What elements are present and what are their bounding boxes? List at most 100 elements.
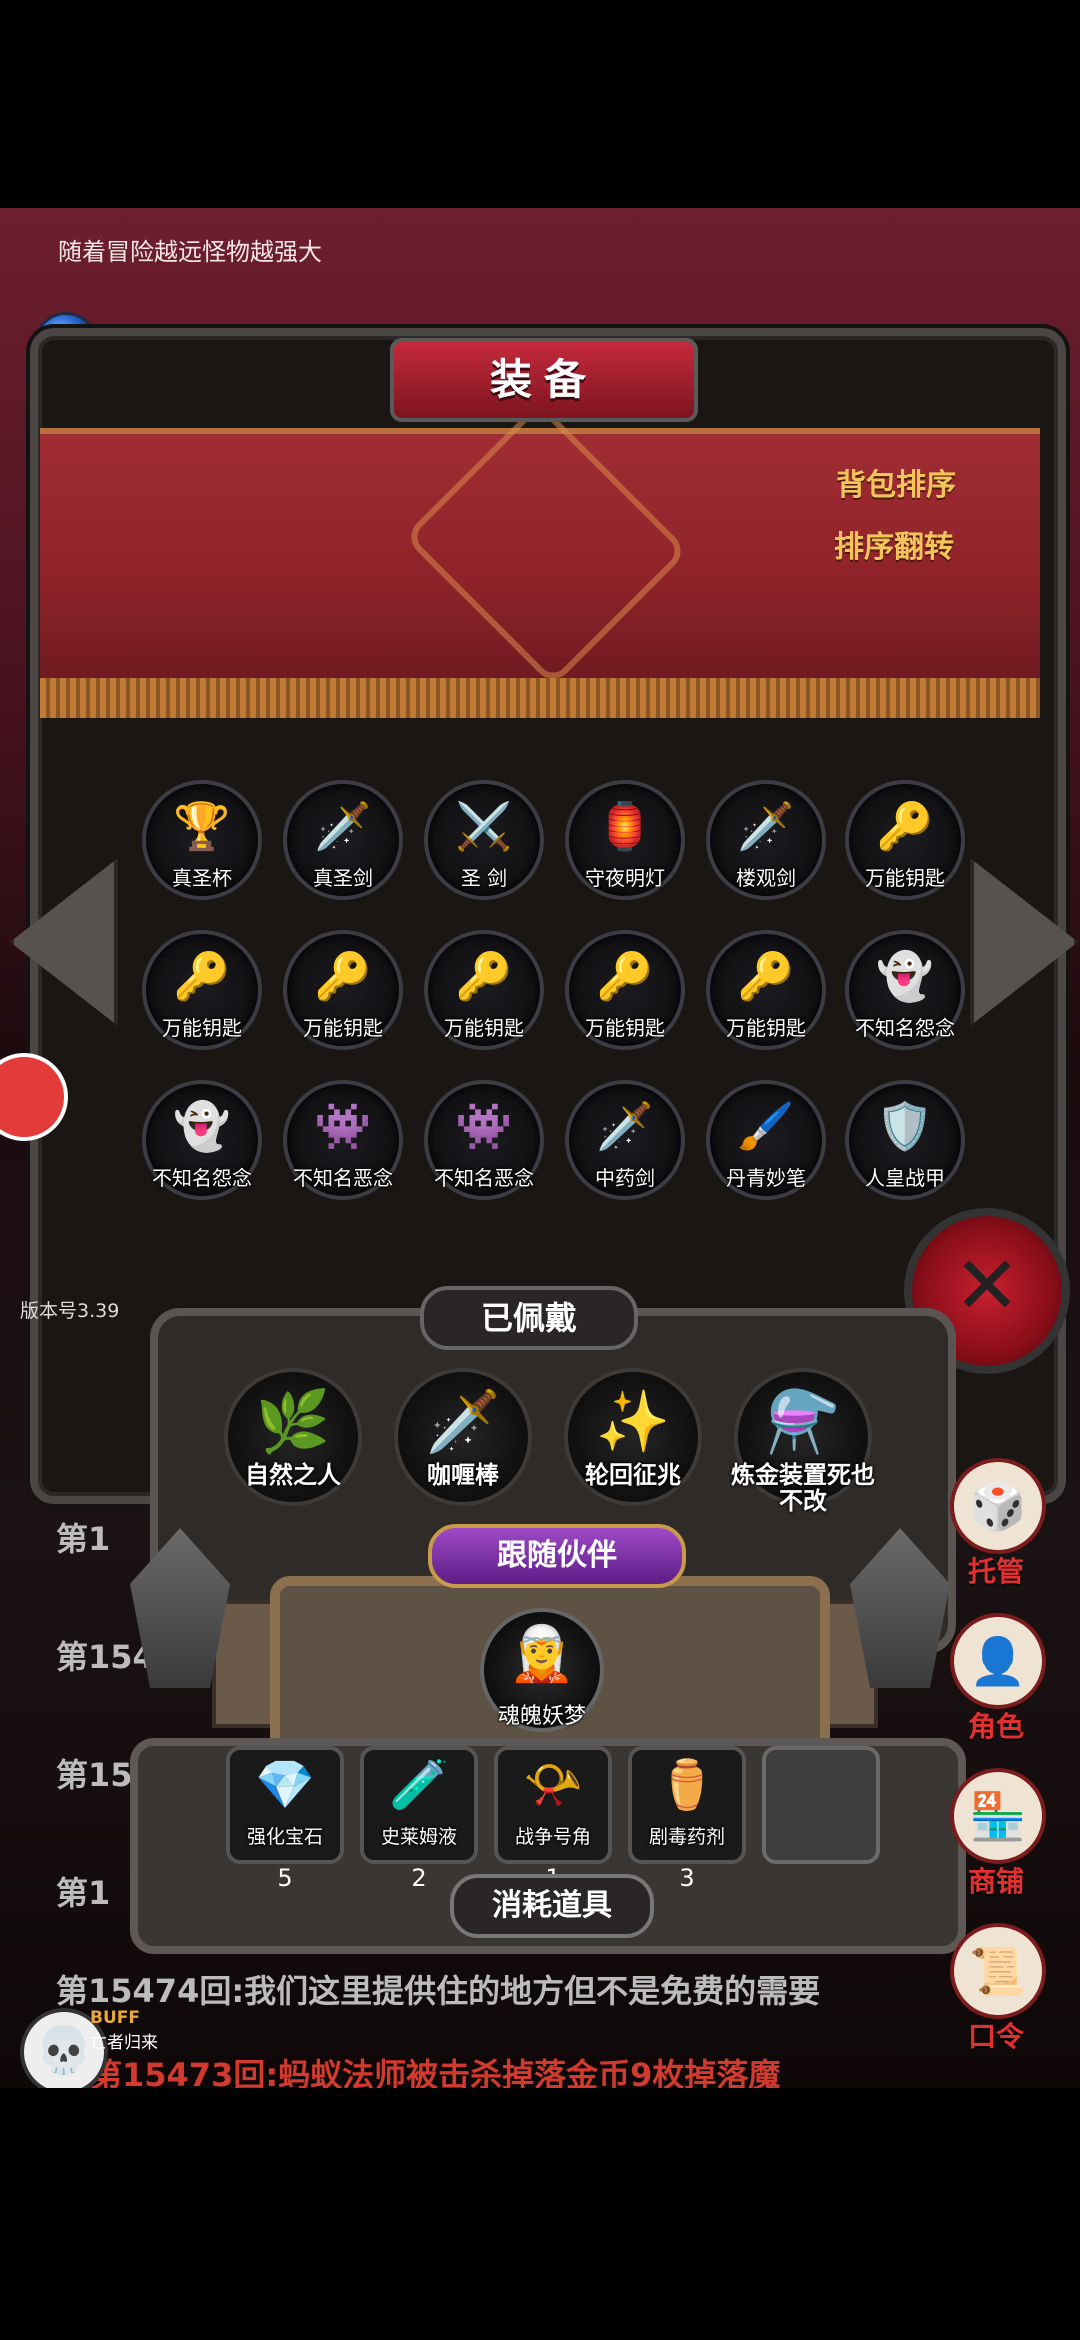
item-icon: 🗡️ (737, 799, 795, 853)
item-slot[interactable]: 🖌️ 丹青妙笔 (706, 1080, 826, 1200)
consumable-label: 剧毒药剂 (648, 1826, 725, 1848)
equipped-icon: 🗡️ (425, 1387, 501, 1457)
consumable-icon: 📯 (523, 1757, 583, 1813)
item-slot[interactable]: 🔑 万能钥匙 (142, 930, 262, 1050)
buff-name: 亡者归来 (90, 2033, 158, 2053)
item-slot[interactable]: 🗡️ 中药剑 (565, 1080, 685, 1200)
equipped-icon: 🌿 (255, 1387, 331, 1457)
equipped-label: 炼金装置死也不改 (731, 1461, 875, 1515)
item-label: 守夜明灯 (585, 866, 665, 890)
consumable-label: 史莱姆液 (380, 1826, 457, 1848)
item-icon: 👾 (455, 1099, 513, 1153)
item-label: 不知名怨念 (855, 1016, 955, 1040)
companion-title: 跟随伙伴 (428, 1524, 686, 1588)
version-label: 版本号3.39 (20, 1300, 120, 1322)
shop-icon: 🏪 (950, 1768, 1046, 1864)
character-icon: 👤 (950, 1613, 1046, 1709)
item-slot[interactable]: 🗡️ 真圣剑 (283, 780, 403, 900)
item-icon: 🖌️ (737, 1099, 795, 1153)
log-line: 第15474回:我们这里提供住的地方但不是免费的需要 (56, 1972, 821, 2010)
side-menu-code[interactable]: 📜 口令 (950, 1923, 1046, 2055)
log-line: 第1 (56, 1520, 111, 1558)
side-menu-managed[interactable]: 🎲 托管 (950, 1458, 1046, 1590)
item-icon: 🗡️ (314, 799, 372, 853)
item-label: 万能钥匙 (726, 1016, 806, 1040)
equipped-slot[interactable]: ✨ 轮回征兆 (564, 1368, 702, 1506)
equipped-slot[interactable]: ⚗️ 炼金装置死也不改 (731, 1368, 875, 1514)
equipped-slot[interactable]: 🗡️ 咖喱棒 (394, 1368, 532, 1506)
item-icon: 🛡️ (876, 1099, 934, 1153)
item-icon: 🔑 (173, 949, 231, 1003)
item-icon: 🔑 (876, 799, 934, 853)
item-icon: 🏆 (173, 799, 231, 853)
item-icon: 🔑 (455, 949, 513, 1003)
hint-text: 随着冒险越远怪物越强大 (58, 238, 322, 266)
item-icon: 👾 (314, 1099, 372, 1153)
side-menu-label: 托管 (967, 1555, 1024, 1588)
consumable-slot[interactable]: 🧪 史莱姆液 2 (360, 1746, 478, 1892)
item-label: 真圣杯 (172, 866, 232, 890)
item-slot[interactable]: 🔑 万能钥匙 (565, 930, 685, 1050)
side-menu-shop[interactable]: 🏪 商铺 (950, 1768, 1046, 1900)
item-slot[interactable]: 👾 不知名恶念 (283, 1080, 403, 1200)
item-label: 万能钥匙 (162, 1016, 242, 1040)
sort-bag-button[interactable]: 背包排序 (836, 460, 956, 504)
item-icon: 🗡️ (596, 1099, 654, 1153)
equipped-slot[interactable]: 🌿 自然之人 (224, 1368, 362, 1506)
item-label: 中药剑 (595, 1166, 655, 1190)
item-label: 不知名恶念 (434, 1166, 534, 1190)
side-menu-label: 口令 (967, 2020, 1024, 2053)
buff-label: BUFF (90, 2008, 140, 2028)
sort-flip-button[interactable]: 排序翻转 (834, 522, 954, 566)
item-slot[interactable]: 👻 不知名怨念 (142, 1080, 262, 1200)
consumable-count: 5 (277, 1864, 293, 1892)
consumable-slot[interactable]: 📯战争号角1 (494, 1746, 612, 1892)
item-label: 人皇战甲 (865, 1166, 945, 1190)
item-slot[interactable]: 🔑 万能钥匙 (845, 780, 965, 900)
side-menu-label: 角色 (967, 1710, 1024, 1743)
equipped-label: 轮回征兆 (585, 1461, 681, 1489)
item-label: 不知名恶念 (293, 1166, 393, 1190)
item-label: 真圣剑 (313, 866, 373, 890)
consumables-title: 消耗道具 (450, 1874, 654, 1938)
equipped-label: 自然之人 (245, 1461, 341, 1489)
item-label: 圣 剑 (460, 866, 508, 890)
item-slot[interactable]: 🔑 万能钥匙 (283, 930, 403, 1050)
item-slot[interactable]: 🔑 万能钥匙 (424, 930, 544, 1050)
log-line-highlight: 第15473回:蚂蚁法师被击杀掉落金币9枚掉落魔 (90, 2056, 781, 2088)
item-label: 万能钥匙 (865, 866, 945, 890)
item-icon: 🏮 (596, 799, 654, 853)
consumable-label: 战争号角 (514, 1826, 591, 1848)
item-icon: 👻 (876, 949, 934, 1003)
item-icon: 🔑 (314, 949, 372, 1003)
companion-name: 魂魄妖梦 (497, 1704, 586, 1729)
item-icon: 🔑 (737, 949, 795, 1003)
item-slot[interactable]: 🏮 守夜明灯 (565, 780, 685, 900)
item-slot[interactable]: 🛡️ 人皇战甲 (845, 1080, 965, 1200)
scroll-icon: 📜 (950, 1923, 1046, 2019)
side-menu-label: 商铺 (967, 1865, 1024, 1898)
consumable-slot-empty[interactable] (762, 1746, 880, 1864)
log-line: 第1 (56, 1874, 111, 1912)
consumable-label: 强化宝石 (246, 1826, 323, 1848)
item-label: 不知名怨念 (152, 1166, 252, 1190)
item-label: 万能钥匙 (444, 1016, 524, 1040)
item-label: 万能钥匙 (585, 1016, 665, 1040)
banner-fringe (40, 678, 1040, 718)
item-slot[interactable]: 👻 不知名怨念 (845, 930, 965, 1050)
item-label: 丹青妙笔 (726, 1166, 806, 1190)
side-menu-character[interactable]: 👤 角色 (950, 1613, 1046, 1745)
consumable-slot[interactable]: 💎 强化宝石 5 (226, 1746, 344, 1892)
item-icon: 🔑 (596, 949, 654, 1003)
companion-slot[interactable]: 🧝 魂魄妖梦 (480, 1608, 604, 1732)
panel-title: 装备 (390, 338, 698, 422)
consumable-slot[interactable]: ⚱️ 剧毒药剂 3 (628, 1746, 746, 1892)
companion-icon: 🧝 (508, 1622, 576, 1685)
equipped-icon: ✨ (595, 1387, 671, 1457)
consumable-icon: ⚱️ (657, 1757, 717, 1813)
item-slot[interactable]: 🏆 真圣杯 (142, 780, 262, 900)
item-slot[interactable]: 👾 不知名恶念 (424, 1080, 544, 1200)
item-slot[interactable]: 🔑 万能钥匙 (706, 930, 826, 1050)
item-slot[interactable]: ⚔️ 圣 剑 (424, 780, 544, 900)
item-slot[interactable]: 🗡️ 楼观剑 (706, 780, 826, 900)
